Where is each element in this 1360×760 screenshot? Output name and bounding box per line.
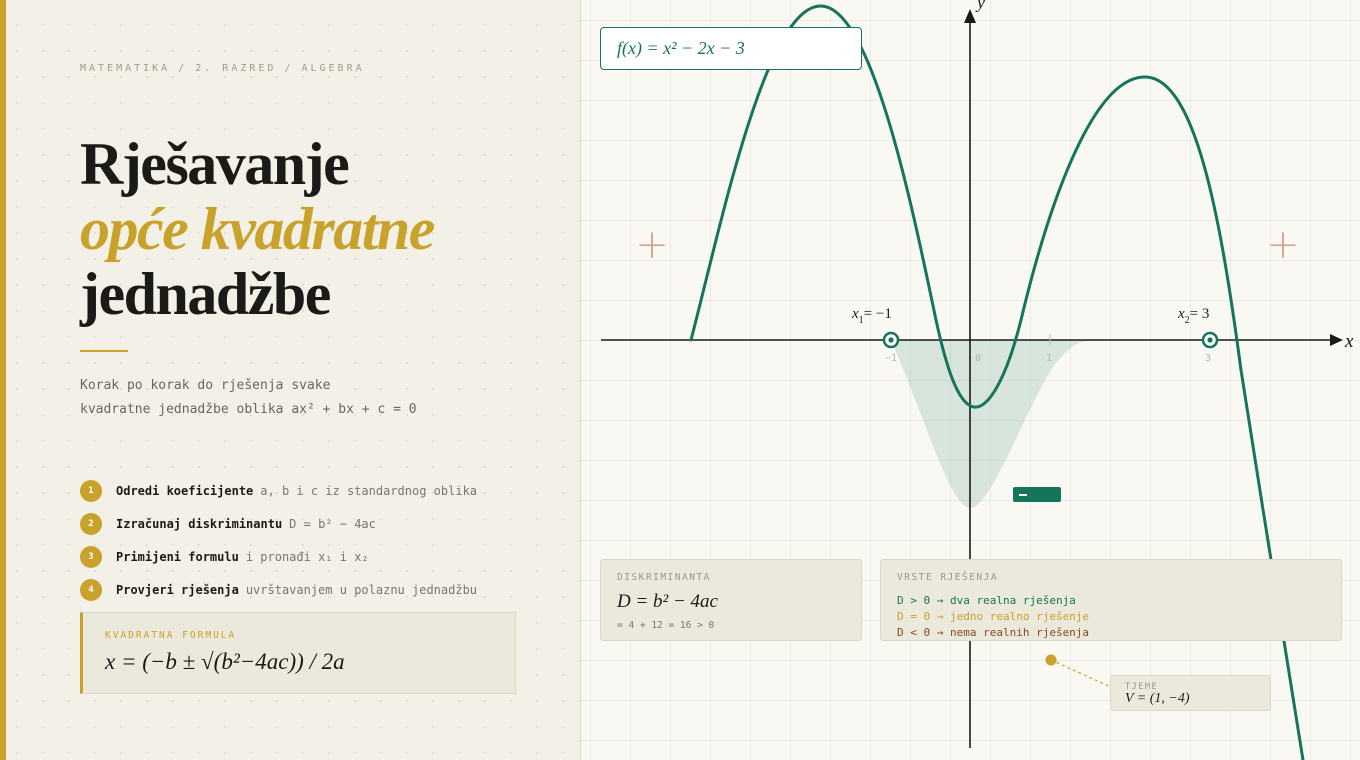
subtitle: Korak po korak do rješenja svake kvadrat… — [80, 374, 500, 422]
step-detail: i pronađi x₁ i x₂ — [245, 549, 369, 564]
step-item: 2 Izračunaj diskriminantu D = b² − 4ac — [80, 507, 550, 540]
y-axis-arrow-icon — [964, 9, 976, 23]
steps-list: 1 Odredi koeficijente a, b i c iz standa… — [80, 474, 550, 606]
discriminant-card: DISKRIMINANTA D = b² − 4ac = 4 + 12 = 16… — [600, 559, 862, 641]
x-axis-arrow-icon — [1330, 334, 1343, 346]
discriminant-label: DISKRIMINANTA — [617, 572, 711, 583]
step-title: Odredi koeficijente — [116, 483, 254, 498]
step-item: 4 Provjeri rješenja uvrštavanjem u polaz… — [80, 573, 550, 606]
y-axis-label: y — [975, 0, 985, 12]
function-graph: x y −1 0 1 3 + + x1= −1 x2= 3 — [601, 0, 1354, 760]
step-number-badge: 2 — [80, 512, 102, 535]
formula-text: x = (−b ± √(b²−4ac)) / 2a — [105, 649, 345, 674]
accent-bar — [0, 0, 6, 760]
title-line-3: jednadžbe — [80, 261, 331, 327]
solution-types-card: VRSTE RJEŠENJA D > 0 → dva realna rješen… — [880, 559, 1342, 641]
root-label-x1: x1= −1 — [851, 306, 892, 326]
step-number-badge: 1 — [80, 479, 102, 502]
vertex-value: V = (1, −4) — [1125, 691, 1190, 706]
solution-types-label: VRSTE RJEŠENJA — [897, 572, 999, 583]
step-item: 3 Primijeni formulu i pronađi x₁ i x₂ — [80, 540, 550, 573]
vertex-card: TJEME V = (1, −4) — [1110, 675, 1271, 711]
breadcrumb-topic[interactable]: ALGEBRA — [301, 63, 364, 74]
x-axis-label: x — [1344, 331, 1354, 352]
tick-label: −1 — [885, 353, 897, 364]
step-title: Provjeri rješenja — [116, 582, 239, 597]
breadcrumb: MATEMATIKA / 2. RAZRED / ALGEBRA — [80, 63, 365, 74]
minus-icon — [1019, 494, 1027, 496]
breadcrumb-grade[interactable]: 2. RAZRED — [195, 63, 276, 74]
negative-region-shading — [891, 340, 1101, 509]
page-title: Rješavanje opće kvadratne jednadžbe — [80, 131, 435, 327]
root-label-x2: x2= 3 — [1177, 306, 1209, 326]
title-line-2: opće kvadratne — [80, 196, 435, 262]
function-label: f(x) = x² − 2x − 3 — [617, 38, 745, 58]
quadratic-formula-card: KVADRATNA FORMULA x = (−b ± √(b²−4ac)) /… — [80, 612, 516, 694]
subtitle-line-2: kvadratne jednadžbe oblika ax² + bx + c … — [80, 402, 417, 417]
step-title: Primijeni formulu — [116, 549, 239, 564]
root-label-x2-value: = 3 — [1190, 306, 1210, 322]
subtitle-line-1: Korak po korak do rješenja svake — [80, 378, 331, 393]
discriminant-calc: = 4 + 12 = 16 > 0 — [617, 620, 715, 631]
function-label-box: f(x) = x² − 2x − 3 — [600, 27, 862, 70]
step-detail: uvrštavanjem u polaznu jednadžbu — [245, 582, 478, 597]
title-divider — [80, 350, 128, 352]
step-detail: D = b² − 4ac — [289, 516, 376, 531]
vertex-leader-line — [1050, 659, 1114, 689]
graph-panel: x y −1 0 1 3 + + x1= −1 x2= 3 f(x) = x² … — [581, 0, 1360, 760]
minus-button[interactable] — [1013, 487, 1061, 502]
step-detail: a, b i c iz standardnog oblika — [260, 483, 478, 498]
breadcrumb-separator: / — [178, 63, 188, 74]
discriminant-formula: D = b² − 4ac — [617, 591, 718, 612]
breadcrumb-subject[interactable]: MATEMATIKA — [80, 63, 170, 74]
solution-type-none: D < 0 → nema realnih rješenja — [897, 626, 1090, 639]
tick-label: 1 — [1046, 353, 1052, 364]
lesson-panel: MATEMATIKA / 2. RAZRED / ALGEBRA Rješavanje … — [0, 0, 580, 760]
root-point-x1-dot — [888, 337, 894, 343]
formula-label: KVADRATNA FORMULA — [105, 630, 237, 641]
step-number-badge: 4 — [80, 578, 102, 601]
step-number-badge: 3 — [80, 545, 102, 568]
step-item: 1 Odredi koeficijente a, b i c iz standa… — [80, 474, 550, 507]
step-title: Izračunaj diskriminantu — [116, 516, 283, 531]
solution-type-two-real: D > 0 → dva realna rješenja — [897, 594, 1076, 607]
breadcrumb-separator: / — [284, 63, 294, 74]
title-line-1: Rješavanje — [80, 131, 350, 197]
root-point-x2-dot — [1207, 337, 1213, 343]
tick-label: 0 — [975, 353, 981, 364]
tick-label: 3 — [1205, 353, 1211, 364]
root-label-x1-value: = −1 — [864, 306, 892, 322]
plus-marker: + — [1266, 222, 1300, 268]
plus-marker: + — [635, 222, 669, 268]
solution-type-one-real: D = 0 → jedno realno rješenje — [897, 610, 1090, 623]
